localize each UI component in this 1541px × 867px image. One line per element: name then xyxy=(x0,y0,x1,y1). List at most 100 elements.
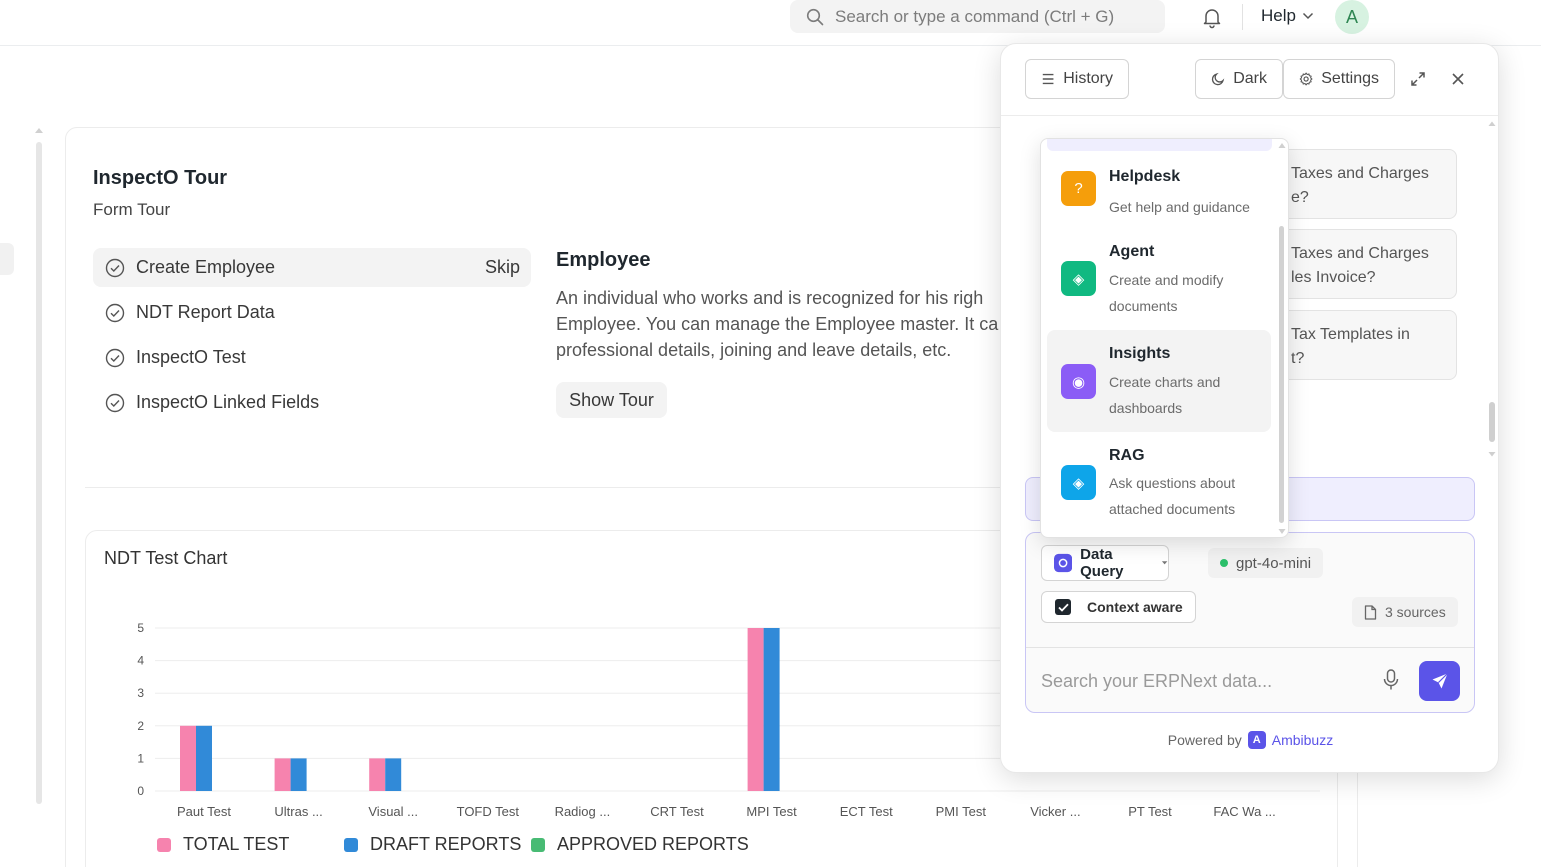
suggestion-card[interactable]: Taxes and Charges les Invoice? xyxy=(1273,229,1457,299)
powered-by: Powered by A Ambibuzz xyxy=(1001,731,1498,749)
suggestion-card[interactable]: Tax Templates in t? xyxy=(1273,310,1457,380)
description-line: An individual who works and is recognize… xyxy=(556,288,984,308)
history-label: History xyxy=(1063,70,1113,87)
search-placeholder: Search or type a command (Ctrl + G) xyxy=(835,6,1115,26)
step-detail-description: An individual who works and is recognize… xyxy=(556,285,1001,363)
option-label: Agent xyxy=(1109,243,1155,260)
suggestion-text: t? xyxy=(1291,350,1305,367)
show-tour-button[interactable]: Show Tour xyxy=(556,382,667,418)
legend-label: APPROVED REPORTS xyxy=(557,834,749,854)
scroll-up-arrow[interactable] xyxy=(35,128,43,133)
user-avatar[interactable]: A xyxy=(1335,0,1369,34)
description-line: professional details, joining and leave … xyxy=(556,340,952,360)
option-description: Get help and guidance xyxy=(1109,199,1250,215)
dark-label: Dark xyxy=(1233,70,1267,87)
scrollbar-thumb[interactable] xyxy=(1279,226,1284,523)
selected-option-strip[interactable] xyxy=(1047,139,1272,151)
check-circle-icon xyxy=(105,303,125,322)
gear-icon xyxy=(1299,72,1313,86)
menu-icon xyxy=(1042,73,1054,85)
model-label: gpt-4o-mini xyxy=(1236,554,1312,572)
search-icon xyxy=(806,8,824,25)
suggestion-text: les Invoice? xyxy=(1291,269,1376,286)
dropdown-scrollbar[interactable] xyxy=(1278,139,1286,537)
chevron-down-icon xyxy=(1302,12,1313,20)
send-icon xyxy=(1432,673,1448,689)
tour-subtitle: Form Tour xyxy=(93,200,171,219)
close-icon[interactable] xyxy=(1447,68,1469,90)
skip-button[interactable]: Skip xyxy=(485,257,520,278)
command-search-bar[interactable]: Search or type a command (Ctrl + G) xyxy=(790,0,1165,33)
chat-composer: Data Query gpt-4o-mini Context aware 3 s… xyxy=(1025,532,1475,713)
chat-input[interactable] xyxy=(1041,661,1361,701)
option-label: Insights xyxy=(1109,345,1171,362)
option-description: Create and modify documents xyxy=(1109,272,1224,314)
mode-select-button[interactable]: Data Query xyxy=(1041,545,1169,581)
agent-icon: ◈ xyxy=(1061,261,1096,296)
panel-scrollbar[interactable] xyxy=(1488,119,1496,459)
composer-divider xyxy=(1026,647,1474,648)
tour-step-label: InspectO Test xyxy=(136,347,246,367)
notification-bell-icon[interactable] xyxy=(1200,5,1224,29)
powered-by-label: Powered by xyxy=(1167,732,1242,748)
history-button[interactable]: History xyxy=(1025,59,1129,99)
tour-step-label: NDT Report Data xyxy=(136,302,275,322)
suggestion-text: Taxes and Charges xyxy=(1291,245,1429,262)
chart-title: NDT Test Chart xyxy=(104,548,228,568)
suggestion-card[interactable]: Taxes and Charges e? xyxy=(1273,149,1457,219)
caret-down-icon xyxy=(1161,561,1168,565)
check-circle-icon xyxy=(105,258,125,277)
tour-step-label: InspectO Linked Fields xyxy=(136,392,320,412)
mode-option-rag[interactable]: ◈ RAG Ask questions about attached docum… xyxy=(1047,433,1271,533)
option-description: Create charts and dashboards xyxy=(1109,374,1221,416)
legend-swatch xyxy=(531,837,545,852)
help-label: Help xyxy=(1261,6,1296,25)
context-aware-toggle[interactable]: Context aware xyxy=(1041,591,1196,623)
mode-option-insights[interactable]: ◉ Insights Create charts and dashboards xyxy=(1047,330,1271,432)
step-detail-title: Employee xyxy=(556,249,651,271)
tour-step-ndt-report-data[interactable]: NDT Report Data xyxy=(93,293,531,332)
dark-mode-button[interactable]: Dark xyxy=(1195,59,1283,99)
legend-item-total-test[interactable]: TOTAL TEST xyxy=(157,834,289,855)
settings-button[interactable]: Settings xyxy=(1283,59,1395,99)
legend-swatch xyxy=(344,837,358,852)
legend-item-approved-reports[interactable]: APPROVED REPORTS xyxy=(531,834,749,855)
mode-label: Data Query xyxy=(1080,546,1124,580)
rag-icon: ◈ xyxy=(1061,465,1096,500)
question-icon: ? xyxy=(1061,171,1096,206)
mode-option-agent[interactable]: ◈ Agent Create and modify documents xyxy=(1047,228,1271,324)
legend-label: TOTAL TEST xyxy=(183,834,290,854)
tour-step-inspecto-test[interactable]: InspectO Test xyxy=(93,338,531,377)
legend-item-draft-reports[interactable]: DRAFT REPORTS xyxy=(344,834,521,855)
brand-link[interactable]: Ambibuzz xyxy=(1272,732,1333,748)
check-circle-icon xyxy=(105,348,125,367)
option-description: Ask questions about attached documents xyxy=(1109,475,1236,517)
option-label: Helpdesk xyxy=(1109,168,1181,185)
sidebar-toggle-edge[interactable] xyxy=(0,243,14,275)
help-menu[interactable]: Help xyxy=(1261,6,1314,26)
scrollbar-thumb[interactable] xyxy=(1489,402,1495,442)
option-label: RAG xyxy=(1109,447,1145,464)
ambibuzz-logo: A xyxy=(1247,731,1266,749)
legend-label: DRAFT REPORTS xyxy=(370,834,522,854)
sources-chip[interactable]: 3 sources xyxy=(1352,597,1458,627)
microphone-icon[interactable] xyxy=(1383,669,1399,691)
tour-title: InspectO Tour xyxy=(93,167,228,189)
page-scrollbar[interactable] xyxy=(36,142,42,804)
tour-step-inspecto-linked-fields[interactable]: InspectO Linked Fields xyxy=(93,383,531,422)
data-query-icon xyxy=(1054,553,1073,573)
status-dot xyxy=(1220,559,1228,567)
settings-label: Settings xyxy=(1321,70,1379,87)
send-button[interactable] xyxy=(1419,661,1460,701)
model-chip[interactable]: gpt-4o-mini xyxy=(1208,548,1324,578)
checkbox-checked[interactable] xyxy=(1055,599,1071,615)
sources-label: 3 sources xyxy=(1385,604,1446,620)
insights-icon: ◉ xyxy=(1061,364,1096,399)
expand-icon[interactable] xyxy=(1407,68,1429,90)
suggestion-text: e? xyxy=(1291,189,1309,206)
description-line: Employee. You can manage the Employee ma… xyxy=(556,314,999,334)
suggestion-text: Tax Templates in xyxy=(1291,326,1410,343)
check-circle-icon xyxy=(105,393,125,412)
tour-step-create-employee[interactable]: Create Employee Skip xyxy=(93,248,531,287)
document-icon xyxy=(1364,604,1377,620)
